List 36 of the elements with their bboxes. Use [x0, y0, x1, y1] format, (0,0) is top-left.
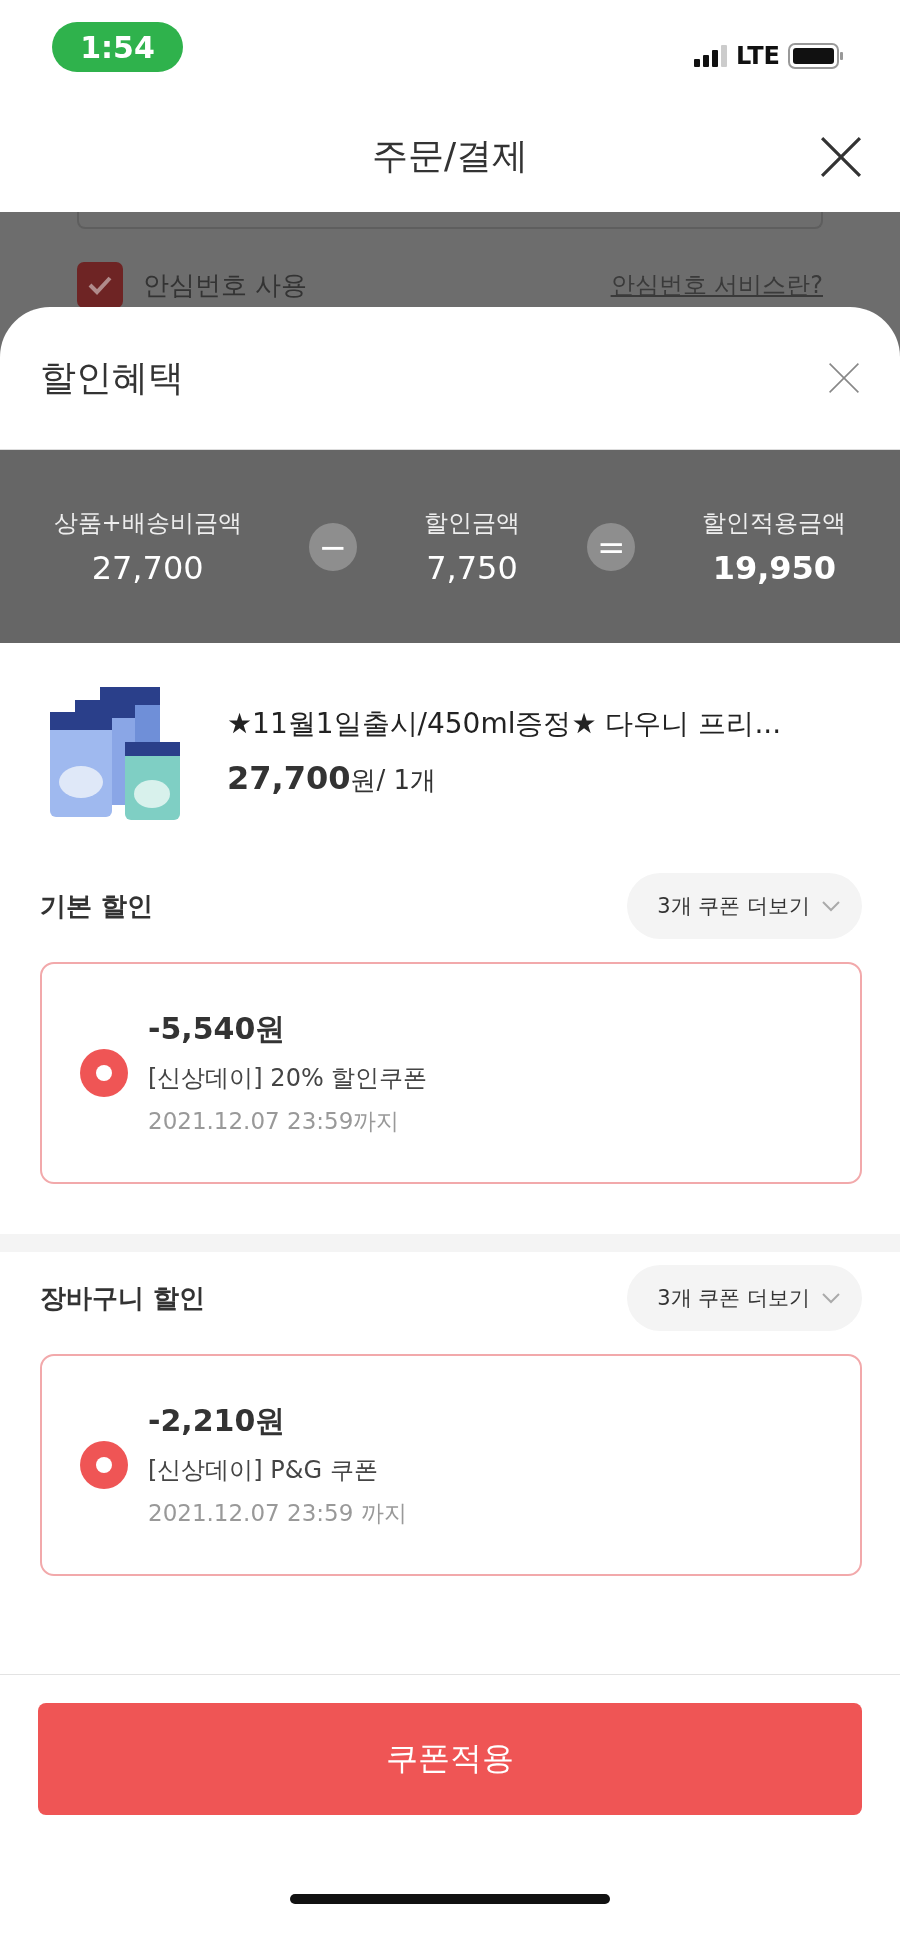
sheet-close-icon[interactable]	[828, 362, 860, 394]
status-time: 1:54	[52, 22, 183, 72]
summary-label: 할인금액	[424, 507, 521, 539]
network-label: LTE	[735, 42, 780, 70]
radio-button[interactable]	[80, 1049, 128, 1097]
sheet-title: 할인혜택	[40, 355, 184, 400]
coupon-name: [신상데이] 20% 할인쿠폰	[148, 1063, 428, 1094]
signal-icon	[693, 45, 728, 67]
more-coupons-button[interactable]: 3개 쿠폰 더보기	[627, 873, 862, 939]
coupon-amount: -2,210원	[148, 1402, 287, 1440]
coupon-amount: -5,540원	[148, 1010, 287, 1048]
section-title: 장바구니 할인	[40, 1281, 206, 1315]
summary-label: 상품+배송비금액	[53, 507, 242, 539]
summary-label: 할인적용금액	[702, 507, 847, 539]
page-title: 주문/결제	[371, 133, 529, 178]
check-icon	[87, 275, 113, 295]
close-icon[interactable]	[820, 136, 862, 178]
chevron-down-icon	[822, 900, 840, 912]
operator-sign: =	[587, 522, 636, 571]
section-title: 기본 할인	[40, 889, 154, 923]
summary-value: 19,950	[712, 548, 837, 587]
product-title: ★11월1일출시/450ml증정★ 다우니 프리...	[227, 706, 782, 742]
summary-value: 7,750	[426, 548, 518, 587]
product-price: 27,700원/ 1개	[227, 759, 438, 798]
coupon-expiry: 2021.12.07 23:59 까지	[148, 1499, 407, 1528]
coupon-card[interactable]: -2,210원 [신상데이] P&G 쿠폰 2021.12.07 23:59 까지	[40, 1354, 862, 1576]
radio-button[interactable]	[80, 1441, 128, 1489]
coupon-name: [신상데이] P&G 쿠폰	[148, 1455, 379, 1486]
coupon-expiry: 2021.12.07 23:59까지	[148, 1107, 401, 1136]
summary-value: 27,700	[91, 548, 204, 587]
chevron-down-icon	[822, 1292, 840, 1304]
operator-sign: −	[308, 522, 357, 571]
checkbox-label: 안심번호 사용	[143, 268, 308, 302]
coupon-card[interactable]: -5,540원 [신상데이] 20% 할인쿠폰 2021.12.07 23:59까지	[40, 962, 862, 1184]
battery-icon	[788, 43, 844, 69]
more-coupons-button[interactable]: 3개 쿠폰 더보기	[627, 1265, 862, 1331]
